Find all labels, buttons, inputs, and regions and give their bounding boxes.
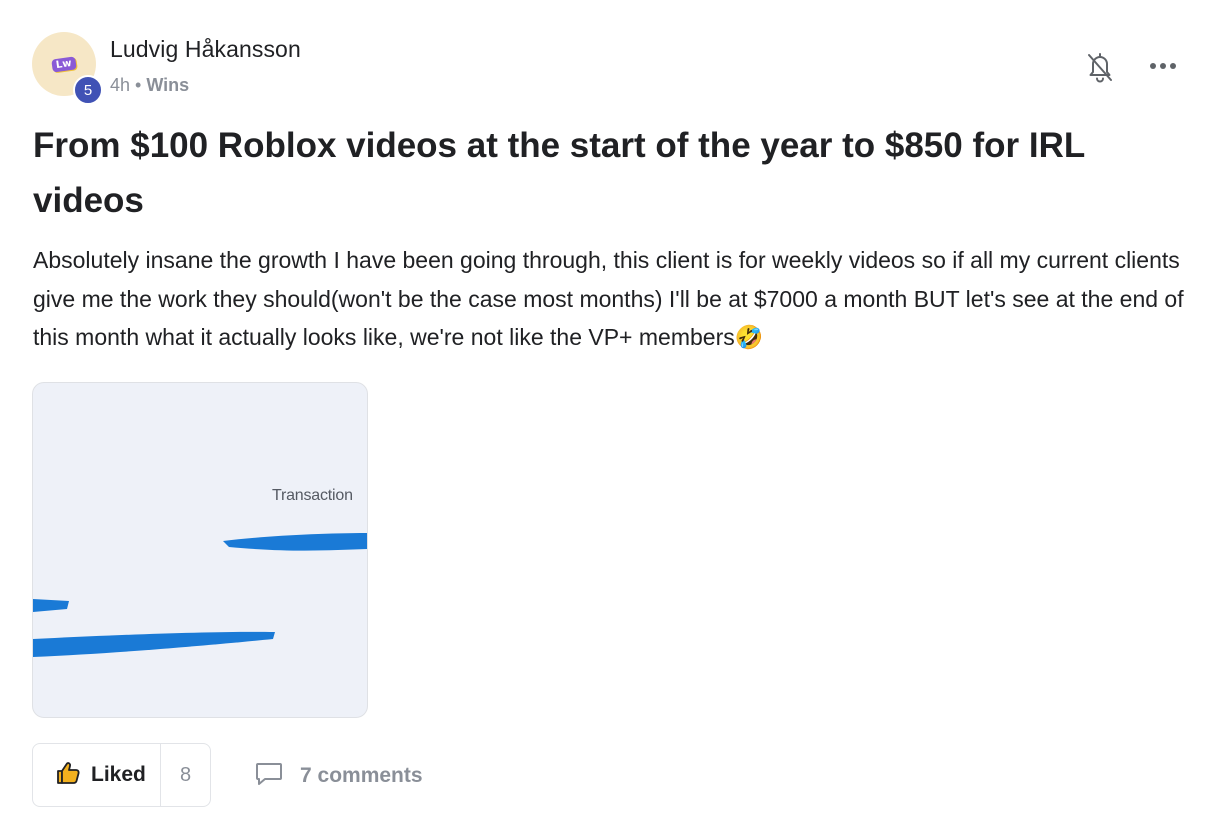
post-title[interactable]: From $100 Roblox videos at the start of … [33,118,1183,228]
bell-off-icon[interactable] [1084,50,1116,84]
attachment-image[interactable]: Transaction [32,382,368,718]
author-name[interactable]: Ludvig Håkansson [110,36,301,63]
comment-bubble-icon [254,760,284,793]
more-horizontal-icon[interactable] [1146,56,1180,76]
redaction-stroke-bottom [33,631,275,657]
post-body: Absolutely insane the growth I have been… [33,247,1184,350]
redaction-stroke-top [223,533,367,551]
post-time: 4h [110,75,131,95]
like-button[interactable]: Liked [33,744,161,806]
like-label: Liked [91,763,146,786]
comments-link[interactable]: 7 comments [254,760,423,792]
post-category[interactable]: Wins [146,75,189,95]
comments-count-label: 7 comments [300,764,423,787]
redaction-marks [33,533,367,657]
thumbs-up-icon [55,760,81,791]
avatar-logo: Lw [51,55,77,73]
like-count[interactable]: 8 [161,744,210,806]
level-badge: 5 [73,75,103,105]
post-meta: 4h • Wins [110,75,189,96]
post-card: Lw 5 Ludvig Håkansson 4h • Wins From $10… [0,0,1232,822]
redaction-stroke-small [33,599,69,612]
meta-separator: • [130,75,147,95]
like-widget: Liked 8 [32,743,211,807]
avatar[interactable]: Lw 5 [32,32,103,105]
